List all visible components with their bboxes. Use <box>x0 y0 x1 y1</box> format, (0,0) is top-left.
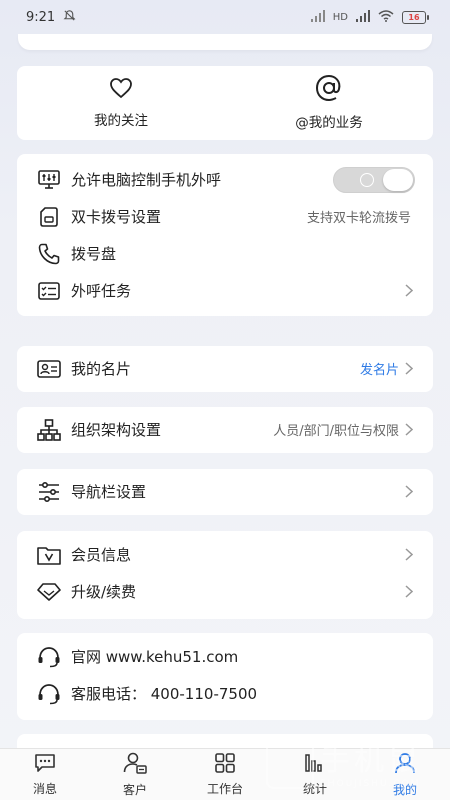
org-setting-card: 组织架构设置 人员/部门/职位与权限 <box>17 407 433 453</box>
nav-setting-row[interactable]: 导航栏设置 <box>17 473 433 510</box>
nav-setting-card: 导航栏设置 <box>17 469 433 515</box>
chevron-right-icon <box>403 585 415 599</box>
my-follow-button[interactable]: 我的关注 <box>17 66 225 140</box>
outbound-task-row[interactable]: 外呼任务 <box>17 272 433 309</box>
my-mentions-label: @我的业务 <box>295 115 363 131</box>
headset-icon <box>37 682 61 706</box>
dual-sim-value: 支持双卡轮流拨号 <box>306 211 411 226</box>
nav-setting-title: 导航栏设置 <box>71 483 147 501</box>
network-type: HD <box>332 11 348 23</box>
member-card: 会员信息 升级/续费 <box>17 531 433 619</box>
tab-workbench-label: 工作台 <box>206 781 243 796</box>
upgrade-renew-row[interactable]: 升级/续费 <box>17 573 433 610</box>
vip-folder-icon <box>37 543 61 567</box>
dialpad-title: 拨号盘 <box>71 245 117 263</box>
org-setting-title: 组织架构设置 <box>71 421 162 439</box>
quick-links-card: 我的关注 @我的业务 <box>17 66 433 140</box>
pc-control-title: 允许电脑控制手机外呼 <box>71 171 222 189</box>
signal-icon-2 <box>356 9 370 25</box>
workbench-icon <box>214 752 236 777</box>
heart-icon <box>109 77 133 103</box>
org-setting-row[interactable]: 组织架构设置 人员/部门/职位与权限 <box>17 411 433 448</box>
org-setting-value: 人员/部门/职位与权限 <box>273 424 399 439</box>
tab-customers-label: 客户 <box>122 782 147 797</box>
status-time: 9:21 <box>26 9 56 25</box>
business-card-title: 我的名片 <box>71 360 132 378</box>
website-row[interactable]: 官网 www.kehu51.com <box>17 638 433 675</box>
toggle-knob <box>383 168 413 191</box>
signal-icon <box>310 9 325 25</box>
dialpad-row[interactable]: 拨号盘 <box>17 235 433 272</box>
message-icon <box>34 753 56 777</box>
dial-settings-card: 允许电脑控制手机外呼 双卡拨号设置 支持双卡轮流拨号 拨号盘 外呼任务 <box>17 154 433 316</box>
monitor-control-icon <box>37 168 61 192</box>
pc-control-row: 允许电脑控制手机外呼 <box>17 161 433 198</box>
sliders-icon <box>37 480 61 504</box>
upgrade-renew-title: 升级/续费 <box>71 583 137 601</box>
hotline-row[interactable]: 客服电话： 400-110-7500 <box>17 675 433 712</box>
top-card-sliver <box>18 34 432 50</box>
id-card-icon <box>37 357 61 381</box>
outbound-task-title: 外呼任务 <box>71 282 132 300</box>
mute-bell-icon <box>63 9 76 26</box>
phone-icon <box>37 242 61 266</box>
pc-control-toggle[interactable] <box>333 166 415 193</box>
website-text: 官网 www.kehu51.com <box>71 648 239 666</box>
at-icon <box>315 74 343 105</box>
contact-card: 官网 www.kehu51.com 客服电话： 400-110-7500 <box>17 633 433 720</box>
my-follow-label: 我的关注 <box>94 113 148 129</box>
member-info-title: 会员信息 <box>71 546 132 564</box>
tab-messages[interactable]: 消息 <box>0 749 90 800</box>
chevron-right-icon <box>403 423 415 437</box>
chevron-right-icon <box>403 548 415 562</box>
my-mentions-button[interactable]: @我的业务 <box>225 66 433 140</box>
chevron-right-icon <box>403 284 415 298</box>
hotline-text: 客服电话： 400-110-7500 <box>71 685 258 703</box>
member-info-row[interactable]: 会员信息 <box>17 536 433 573</box>
battery-level: 16 <box>408 12 420 22</box>
diamond-icon <box>37 580 61 604</box>
sim-card-icon <box>37 205 61 229</box>
business-card-card: 我的名片 发名片 <box>17 346 433 392</box>
battery-icon: 16 <box>402 10 429 24</box>
toggle-off-indicator <box>360 172 374 187</box>
task-list-icon <box>37 279 61 303</box>
status-bar: 9:21 HD 16 <box>0 0 450 34</box>
send-card-link[interactable]: 发名片 <box>360 359 399 378</box>
chevron-right-icon <box>403 362 415 376</box>
tab-messages-label: 消息 <box>32 781 57 796</box>
dual-sim-row[interactable]: 双卡拨号设置 支持双卡轮流拨号 <box>17 198 433 235</box>
customer-icon <box>123 752 147 778</box>
watermark-logo: 手机鼠 SHOUJISHU.COM <box>266 730 442 794</box>
watermark-text: 手机鼠 <box>320 743 422 778</box>
org-chart-icon <box>37 418 61 442</box>
chevron-right-icon <box>403 485 415 499</box>
business-card-row[interactable]: 我的名片 发名片 <box>17 350 433 387</box>
tab-customers[interactable]: 客户 <box>90 749 180 800</box>
dual-sim-title: 双卡拨号设置 <box>71 208 162 226</box>
wifi-icon <box>378 9 394 25</box>
watermark-box-icon <box>266 735 314 789</box>
headset-icon <box>37 645 61 669</box>
tab-workbench[interactable]: 工作台 <box>180 749 270 800</box>
watermark-subtext: SHOUJISHU.COM <box>320 779 421 789</box>
